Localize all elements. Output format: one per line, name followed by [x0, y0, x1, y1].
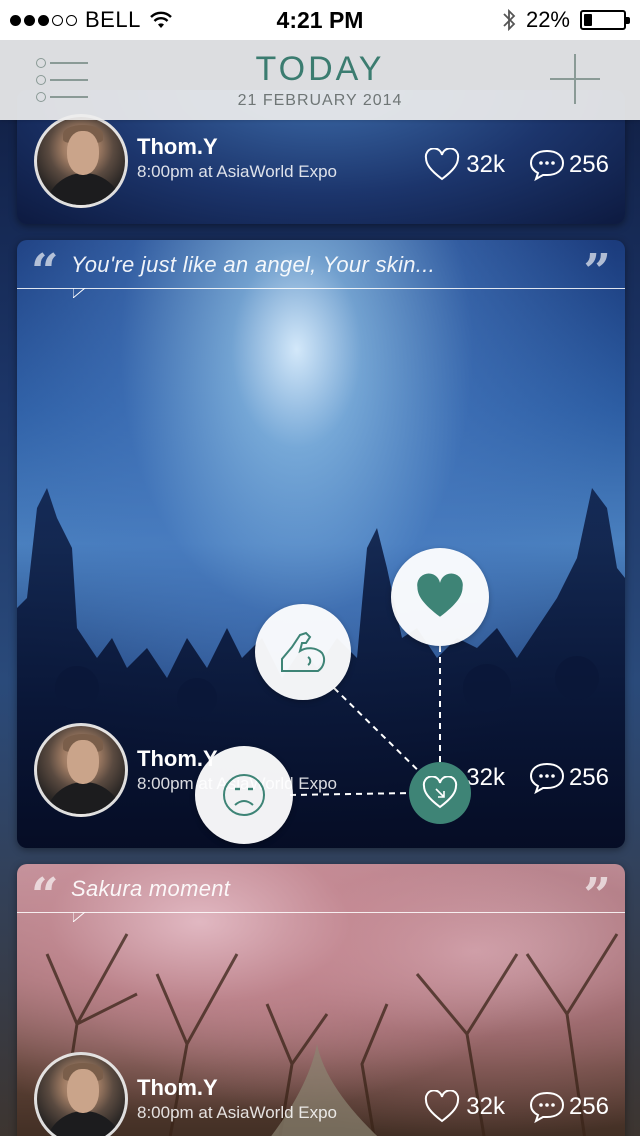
reaction-sad-button[interactable]: [195, 746, 293, 844]
avatar[interactable]: [34, 114, 128, 208]
status-bar: BELL 4:21 PM 22%: [0, 0, 640, 40]
like-button[interactable]: 32k: [424, 1090, 505, 1124]
post-footer: Thom.Y 8:00pm at AsiaWorld Expo 32k 256: [17, 1044, 625, 1136]
nav-bar: TODAY 21 FEBRUARY 2014: [0, 40, 640, 120]
avatar[interactable]: [34, 723, 128, 817]
like-count: 32k: [466, 151, 505, 178]
comment-button[interactable]: 256: [529, 1090, 609, 1124]
flexed-arm-icon: [281, 631, 326, 672]
post-author[interactable]: Thom.Y: [137, 134, 218, 160]
quote-bar: “ You're just like an angel, Your skin..…: [17, 240, 625, 298]
divider: [17, 288, 625, 289]
post-meta: 8:00pm at AsiaWorld Expo: [137, 162, 338, 181]
post-card[interactable]: “ You're just like an angel, Your skin..…: [17, 240, 625, 848]
post-quote: You're just like an angel, Your skin...: [71, 252, 436, 277]
bluetooth-icon: [503, 8, 516, 32]
comment-button[interactable]: 256: [529, 148, 609, 182]
status-left: BELL: [10, 0, 173, 40]
plus-icon[interactable]: [550, 54, 600, 104]
status-right: 22%: [502, 0, 630, 40]
battery-percent: 22%: [525, 7, 570, 32]
battery-icon: [580, 10, 630, 30]
page-date: 21 FEBRUARY 2014: [237, 92, 403, 109]
like-count: 32k: [466, 1093, 505, 1120]
like-count: 32k: [466, 764, 505, 791]
divider: [17, 912, 625, 913]
reaction-trigger-button[interactable]: [409, 762, 471, 824]
comment-bubble-icon: [529, 762, 564, 795]
reaction-strong-button[interactable]: [255, 604, 351, 700]
heart-outline-icon: [425, 1090, 460, 1123]
speech-tail-icon: [73, 288, 86, 298]
heart-filled-icon: [417, 573, 463, 617]
comment-count: 256: [568, 1093, 609, 1120]
signal-strength-icon: [10, 14, 77, 26]
comment-count: 256: [568, 764, 609, 791]
post-footer: Thom.Y 8:00pm at AsiaWorld Expo 32k 256: [17, 723, 625, 848]
sad-face-icon: [223, 774, 265, 816]
heart-outline-icon: [425, 148, 460, 181]
heart-outline-icon: [422, 776, 458, 809]
avatar[interactable]: [34, 1052, 128, 1136]
quote-bar: “ Sakura moment ”: [17, 864, 625, 922]
post-quote: Sakura moment: [71, 876, 231, 901]
comment-bubble-icon: [529, 149, 564, 182]
post-card[interactable]: “ Sakura moment ” Thom.Y 8:00pm at AsiaW…: [17, 864, 625, 1136]
post-author[interactable]: Thom.Y: [137, 1075, 218, 1101]
wifi-icon: [149, 11, 172, 28]
page-title: TODAY: [255, 50, 385, 88]
comment-count: 256: [568, 151, 609, 178]
post-meta: 8:00pm at AsiaWorld Expo: [137, 1103, 338, 1122]
speech-tail-icon: [73, 912, 86, 922]
menu-list-icon[interactable]: [36, 58, 90, 102]
carrier-name: BELL: [85, 7, 141, 32]
comment-bubble-icon: [529, 1091, 564, 1124]
reaction-love-button[interactable]: [391, 548, 489, 646]
battery-level-fill: [584, 14, 592, 26]
comment-button[interactable]: 256: [529, 761, 609, 795]
like-button[interactable]: 32k: [424, 148, 505, 182]
